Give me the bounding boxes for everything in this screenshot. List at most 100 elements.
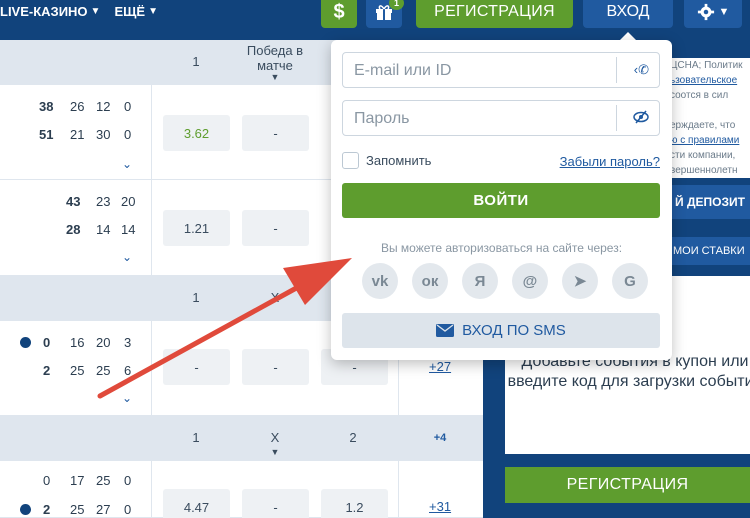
mail-ru-icon[interactable]: @	[512, 263, 548, 299]
google-icon[interactable]: G	[612, 263, 648, 299]
login-button[interactable]: ВХОД	[583, 0, 673, 28]
register-bottom-button[interactable]: РЕГИСТРАЦИЯ	[505, 467, 750, 503]
gift-button[interactable]: 1	[366, 0, 404, 28]
envelope-icon	[436, 324, 455, 337]
chevron-down-icon: ▼	[90, 5, 101, 17]
first-deposit-button[interactable]: Й ДЕПОЗИТ	[663, 185, 750, 219]
telegram-icon[interactable]: ➤	[562, 263, 598, 299]
set-score: 27	[96, 502, 111, 517]
set-score: 12	[96, 99, 111, 114]
table-row: 0 17 25 0 2 25 27 0 4.47 - 1.2 +31	[0, 461, 483, 518]
chevron-down-icon[interactable]: ⌄	[122, 391, 132, 405]
chevron-down-icon[interactable]: ⌄	[122, 250, 132, 264]
odnoklassniki-icon[interactable]: ок	[412, 263, 448, 299]
team1-score: 0	[43, 335, 51, 350]
set-score: 14	[121, 222, 136, 237]
header-col-1: 1	[192, 290, 200, 305]
odd-button[interactable]: -	[242, 210, 309, 246]
set-score: 0	[124, 502, 132, 517]
submit-login-button[interactable]: ВОЙТИ	[342, 183, 660, 218]
team1-score: 0	[43, 473, 51, 488]
remember-checkbox[interactable]	[342, 152, 359, 169]
header-col-x: X	[270, 430, 280, 445]
deposit-dollar-button[interactable]: $	[321, 0, 357, 28]
set-score: 25	[70, 363, 85, 378]
odd-button[interactable]: 1.21	[163, 210, 230, 246]
terms-line: вершеннолетн	[670, 165, 738, 176]
more-markets-count[interactable]: +4	[428, 432, 452, 444]
yandex-icon[interactable]: Я	[462, 263, 498, 299]
volleyball-icon	[20, 337, 31, 348]
password-field[interactable]: Пароль	[342, 100, 660, 136]
set-score: 25	[96, 473, 111, 488]
divider	[398, 461, 399, 517]
phone-switch-icon[interactable]: ‹✆	[634, 62, 649, 78]
set-score: 21	[70, 127, 85, 142]
set-score: 20	[121, 194, 136, 209]
my-bets-tab[interactable]: МОИ СТАВКИ	[663, 237, 750, 265]
nav-live-casino[interactable]: LIVE-КАЗИНО ▼	[0, 4, 100, 19]
header-col-x: X	[270, 290, 280, 305]
forgot-password-link[interactable]: Забыли пароль?	[560, 154, 660, 169]
email-field[interactable]: E-mail или ID ‹✆	[342, 52, 660, 88]
market-header: 1 X ▼ 2 +4	[0, 416, 483, 461]
vk-icon[interactable]: vk	[362, 263, 398, 299]
login-popup: E-mail или ID ‹✆ Пароль Запомнить Забыли…	[331, 40, 672, 360]
team2-score: 2	[43, 502, 51, 517]
chevron-down-icon: ▼	[148, 5, 158, 17]
set-score: 6	[124, 363, 132, 378]
set-score: 26	[70, 99, 85, 114]
terms-line: ерждаете, что	[670, 120, 736, 131]
top-bar: LIVE-КАЗИНО ▼ ЕЩЁ ▼ $ 1 РЕГИСТРАЦИЯ ВХОД…	[0, 0, 750, 40]
set-score: 0	[124, 473, 132, 488]
team2-score: 2	[43, 363, 51, 378]
odd-button[interactable]: -	[242, 349, 309, 385]
header-col-1: 1	[192, 430, 200, 445]
chevron-down-icon[interactable]: ▼	[268, 447, 282, 457]
set-score: 16	[70, 335, 85, 350]
set-score: 0	[124, 127, 132, 142]
header-col-1: 1	[192, 54, 200, 69]
odd-button[interactable]: 1.2	[321, 489, 388, 518]
set-score: 30	[96, 127, 111, 142]
terms-line: ьзовательское	[670, 75, 738, 86]
password-placeholder: Пароль	[354, 110, 410, 127]
sms-login-label: ВХОД ПО SMS	[462, 322, 566, 339]
odd-button[interactable]: 4.47	[163, 489, 230, 518]
odd-button[interactable]: -	[242, 489, 309, 518]
chevron-down-icon: ▼	[718, 6, 730, 18]
divider	[151, 180, 152, 275]
more-markets-link[interactable]: +31	[429, 499, 451, 514]
divider	[151, 85, 152, 179]
chevron-down-icon[interactable]: ⌄	[122, 157, 132, 171]
settings-button[interactable]: ▼	[684, 0, 742, 28]
field-divider	[616, 105, 617, 131]
more-markets-link[interactable]: +27	[429, 359, 451, 374]
chevron-down-icon[interactable]: ▼	[268, 72, 282, 82]
set-score: 17	[70, 473, 85, 488]
sms-login-button[interactable]: ВХОД ПО SMS	[342, 313, 660, 348]
terms-line: ю с правилами	[670, 135, 740, 146]
odd-button[interactable]: -	[242, 115, 309, 151]
nav-more[interactable]: ЕЩЁ ▼	[114, 4, 158, 19]
header-col-2: 2	[349, 430, 357, 445]
remember-me[interactable]: Запомнить	[342, 152, 431, 169]
terms-line: сти компании,	[670, 150, 736, 161]
terms-line	[670, 103, 750, 118]
divider	[151, 321, 152, 415]
team1-score: 38	[39, 99, 54, 114]
eye-slash-icon[interactable]	[633, 110, 649, 124]
register-button[interactable]: РЕГИСТРАЦИЯ	[416, 0, 573, 28]
terms-text: ЦСНА; Политик ьзовательское соотся в сил…	[666, 58, 750, 178]
nav-more-label: ЕЩЁ	[114, 3, 146, 19]
field-divider	[616, 57, 617, 83]
odd-button[interactable]: -	[163, 349, 230, 385]
header-col-match-win: Победа в матче	[246, 43, 304, 73]
set-score: 3	[124, 335, 132, 350]
set-score: 23	[96, 194, 111, 209]
odd-button[interactable]: 3.62	[163, 115, 230, 151]
volleyball-icon	[20, 504, 31, 515]
email-placeholder: E-mail или ID	[354, 62, 452, 79]
set-score: 25	[70, 502, 85, 517]
set-score: 25	[96, 363, 111, 378]
